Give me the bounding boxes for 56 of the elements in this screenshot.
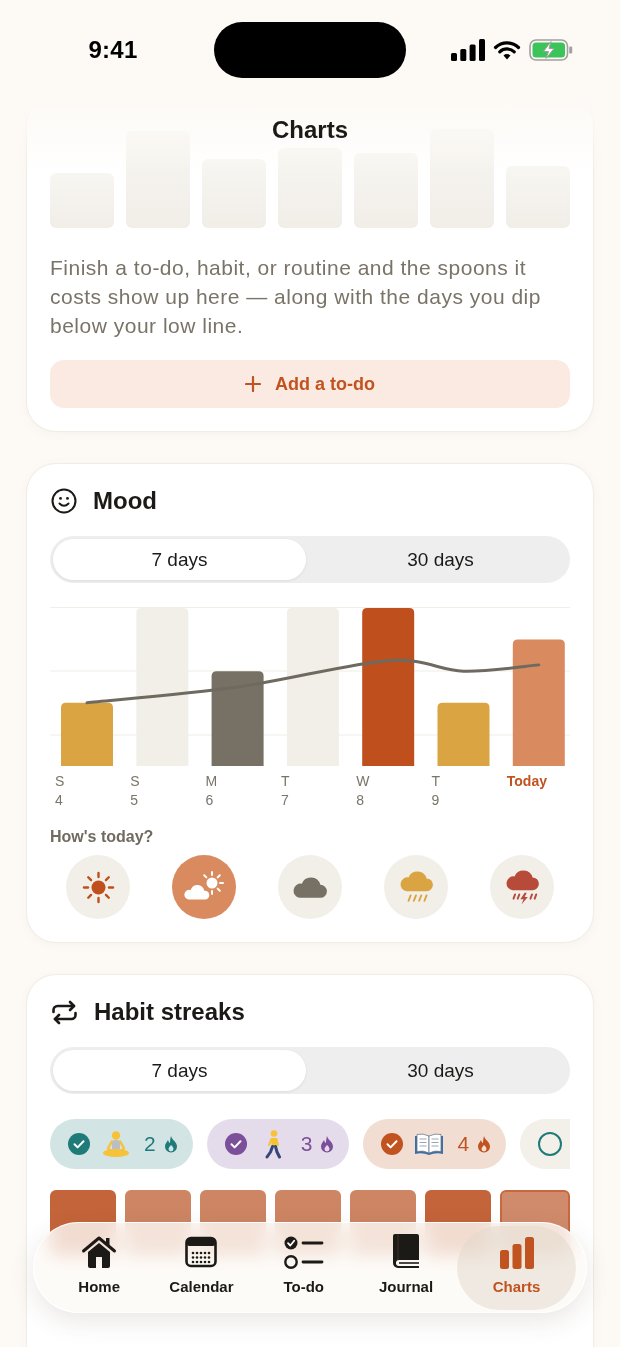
- empty-message: Finish a to-do, habit, or routine and the spoons it costs show up here — along with the days you dip below your low line.: [50, 255, 542, 339]
- range-tab[interactable]: 7 days: [53, 539, 306, 580]
- tab-bar-item[interactable]: Charts: [457, 1225, 576, 1310]
- open-book-icon: [414, 1132, 445, 1156]
- range-tab[interactable]: 30 days: [314, 1050, 567, 1091]
- tab-bar-item[interactable]: To-do: [252, 1225, 355, 1310]
- partly-sunny-icon: [182, 871, 226, 903]
- card-title: Mood: [93, 487, 157, 515]
- day-label: T: [280, 772, 290, 791]
- wifi-icon: [493, 40, 521, 60]
- plus-icon: [245, 376, 261, 392]
- mood-prompt: How's today?: [50, 827, 154, 847]
- flame-icon: [163, 1135, 178, 1153]
- cloud-icon: [292, 875, 328, 899]
- tab-bar-item[interactable]: Calendar: [150, 1225, 253, 1310]
- calendar-icon: [184, 1234, 219, 1269]
- charging-battery-icon: [529, 39, 573, 61]
- storm-cloud-icon: [504, 869, 540, 905]
- smiley-icon: [51, 488, 77, 514]
- book-icon: [391, 1232, 421, 1269]
- day-label: Today: [506, 772, 547, 791]
- page-title: Charts: [272, 116, 348, 144]
- sun-icon: [81, 870, 115, 904]
- flame-icon: [320, 1135, 335, 1153]
- habit-chip[interactable]: [520, 1119, 570, 1169]
- meditating-person-icon: [101, 1129, 131, 1159]
- date-label: 4: [55, 791, 63, 810]
- date-label: 5: [130, 791, 139, 810]
- checklist-icon: [283, 1234, 324, 1269]
- signal-icon: [451, 39, 485, 61]
- status-time: 9:41: [88, 36, 138, 64]
- day-label: T: [431, 772, 441, 791]
- repeat-icon: [51, 999, 78, 1025]
- range-tab[interactable]: 7 days: [53, 1050, 306, 1091]
- habit-chip[interactable]: 2: [50, 1119, 193, 1169]
- mood-bar: [61, 702, 113, 766]
- add-todo-button[interactable]: Add a to-do: [50, 360, 570, 408]
- date-label: 9: [431, 791, 440, 810]
- date-label: 7: [280, 791, 289, 810]
- day-label: M: [205, 772, 218, 791]
- habit-chip[interactable]: 4: [363, 1119, 507, 1169]
- day-label: S: [130, 772, 140, 791]
- card-title: Habit streaks: [94, 998, 245, 1026]
- bar-chart-icon: [499, 1236, 534, 1269]
- tab-bar-item[interactable]: Home: [48, 1225, 151, 1310]
- mood-bar: [437, 702, 490, 766]
- habit-chip[interactable]: 3: [206, 1119, 350, 1169]
- rain-cloud-icon: [398, 869, 434, 905]
- flame-icon: [477, 1135, 492, 1153]
- date-label: 8: [356, 791, 364, 810]
- house-icon: [81, 1234, 118, 1269]
- day-label: W: [356, 772, 370, 791]
- day-label: S: [55, 772, 65, 791]
- date-label: 6: [205, 791, 214, 810]
- tab-bar-item[interactable]: Journal: [354, 1225, 458, 1310]
- range-tab[interactable]: 30 days: [314, 539, 567, 580]
